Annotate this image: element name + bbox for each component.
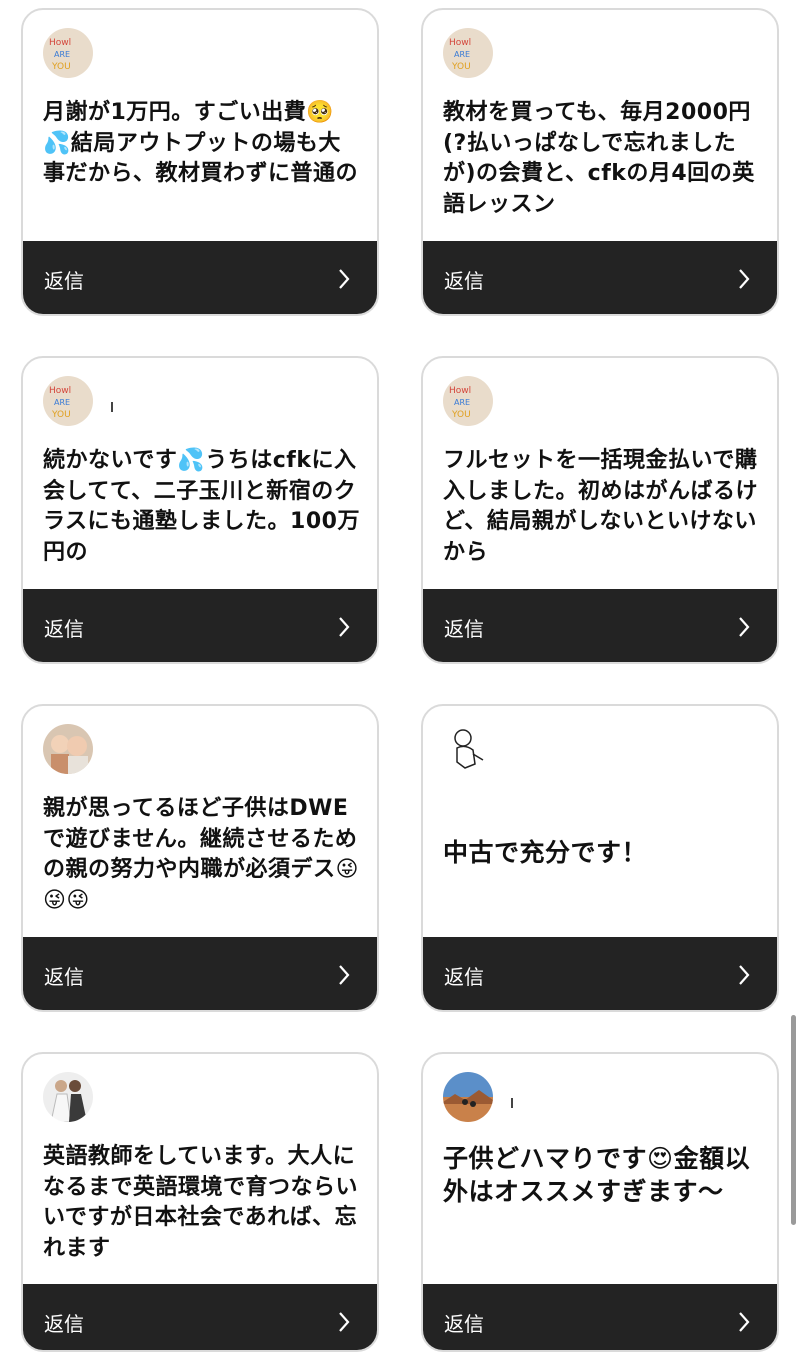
reply-bar[interactable]: 返信 (423, 937, 777, 1010)
svg-text:ARE: ARE (54, 50, 70, 59)
avatar[interactable]: Howl ARE YOU (443, 28, 493, 78)
avatar[interactable] (443, 1072, 493, 1122)
comment-text: 子供どハマりです😍金額以外はオススメすぎます〜 (443, 1144, 751, 1206)
reply-label: 返信 (44, 617, 84, 641)
comment-text: 続かないです💦うちはcfkに入会してて、二子玉川と新宿のクラスにも通塾しました。… (43, 448, 360, 565)
svg-text:YOU: YOU (51, 62, 71, 72)
avatar[interactable]: Howl ARE YOU (43, 376, 93, 426)
comment-card: 親が思ってるほど子供はDWEで遊びません。継続させるための親の努力や内職が必須デ… (21, 704, 379, 1012)
comment-text: 月謝が1万円。すごい出費🥺💦結局アウトプットの場も大事だから、教材買わずに普通の (43, 100, 359, 186)
reply-label: 返信 (444, 965, 484, 989)
username-redacted (111, 402, 113, 412)
chevron-right-icon (339, 269, 350, 289)
svg-text:Howl: Howl (49, 386, 71, 396)
svg-text:YOU: YOU (451, 62, 471, 72)
reply-label: 返信 (44, 1312, 84, 1336)
comment-card: 英語教師をしています。大人になるまで英語環境で育つならいいですが日本社会であれば… (21, 1052, 379, 1352)
svg-text:YOU: YOU (451, 410, 471, 420)
reply-bar[interactable]: 返信 (23, 589, 377, 662)
comment-card: 子供どハマりです😍金額以外はオススメすぎます〜 返信 (421, 1052, 779, 1352)
chevron-right-icon (739, 269, 750, 289)
svg-text:ARE: ARE (454, 50, 470, 59)
comment-text: 教材を買っても、毎月2000円(?払いっぱなしで忘れましたが)の会費と、cfkの… (443, 100, 755, 217)
reply-bar[interactable]: 返信 (23, 937, 377, 1010)
reply-bar[interactable]: 返信 (23, 1284, 377, 1350)
reply-bar[interactable]: 返信 (423, 1284, 777, 1350)
chevron-right-icon (739, 965, 750, 985)
svg-text:ARE: ARE (54, 398, 70, 407)
comment-text: 英語教師をしています。大人になるまで英語環境で育つならいいですが日本社会であれば… (43, 1144, 359, 1261)
username-redacted (511, 1098, 513, 1108)
comment-card: Howl ARE YOU 月謝が1万円。すごい出費🥺💦結局アウトプットの場も大事だか… (21, 8, 379, 316)
svg-text:ARE: ARE (454, 398, 470, 407)
comment-card: Howl ARE YOU 続かないです💦うちはcfkに入会してて、二子玉川と新宿のク… (21, 356, 379, 664)
avatar[interactable] (43, 724, 93, 774)
reply-label: 返信 (44, 269, 84, 293)
reply-bar[interactable]: 返信 (423, 241, 777, 314)
comment-text: 親が思ってるほど子供はDWEで遊びません。継続させるための親の努力や内職が必須デ… (43, 796, 359, 913)
reply-label: 返信 (444, 1312, 484, 1336)
svg-text:Howl: Howl (449, 38, 471, 48)
svg-text:Howl: Howl (49, 38, 71, 48)
svg-text:Howl: Howl (449, 386, 471, 396)
reply-label: 返信 (444, 617, 484, 641)
reply-bar[interactable]: 返信 (423, 589, 777, 662)
svg-text:YOU: YOU (51, 410, 71, 420)
avatar[interactable] (43, 1072, 93, 1122)
chevron-right-icon (339, 965, 350, 985)
avatar[interactable]: Howl ARE YOU (43, 28, 93, 78)
scrollbar[interactable] (791, 1015, 796, 1225)
chevron-right-icon (339, 617, 350, 637)
reply-bar[interactable]: 返信 (23, 241, 377, 314)
chevron-right-icon (739, 617, 750, 637)
comment-card: Howl ARE YOU 教材を買っても、毎月2000円(?払いっぱなしで忘れました… (421, 8, 779, 316)
comment-card: Howl ARE YOU フルセットを一括現金払いで購入しました。初めはがんばるけど… (421, 356, 779, 664)
avatar[interactable]: Howl ARE YOU (443, 376, 493, 426)
comment-text: 中古で充分です！ (443, 838, 648, 867)
reply-label: 返信 (44, 965, 84, 989)
avatar[interactable] (443, 724, 493, 774)
reply-label: 返信 (444, 269, 484, 293)
comment-text: フルセットを一括現金払いで購入しました。初めはがんばるけど、結局親がしないといけ… (443, 448, 759, 565)
comment-card: 中古で充分です！ 返信 (421, 704, 779, 1012)
